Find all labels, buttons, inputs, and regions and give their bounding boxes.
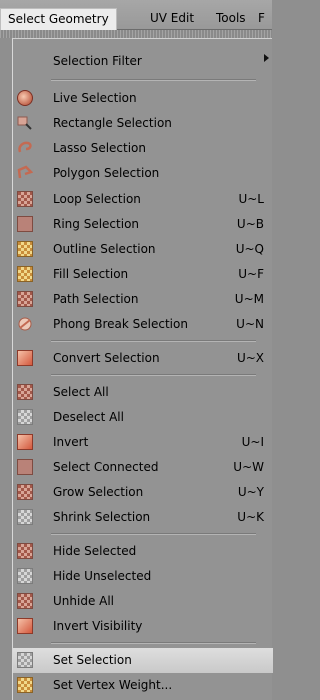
menu-item-ring-selection[interactable]: Ring Selection U~B xyxy=(13,212,273,237)
menu-select-geometry[interactable]: Select Geometry xyxy=(0,8,117,30)
menu-item-label: Select All xyxy=(53,385,109,399)
menu-item-label: Select Connected xyxy=(53,460,159,474)
menu-tools[interactable]: Tools xyxy=(209,8,253,30)
separator xyxy=(51,340,256,342)
menu-item-live-selection[interactable]: Live Selection xyxy=(13,86,273,111)
convert-selection-icon xyxy=(17,350,33,366)
menu-item-invert-visibility[interactable]: Invert Visibility xyxy=(13,614,273,639)
loop-selection-icon xyxy=(17,191,33,207)
invert-icon xyxy=(17,434,33,450)
menu-uv-edit[interactable]: UV Edit xyxy=(143,8,201,30)
menu-item-hide-selected[interactable]: Hide Selected xyxy=(13,539,273,564)
menu-item-label: Shrink Selection xyxy=(53,510,151,524)
menu-item-label: Deselect All xyxy=(53,410,124,424)
menu-item-label: Unhide All xyxy=(53,594,115,608)
menu-item-shortcut: U~M xyxy=(234,292,264,306)
menu-item-label: Fill Selection xyxy=(53,267,129,281)
menu-item-select-all[interactable]: Select All xyxy=(13,380,273,405)
menu-item-label: Set Vertex Weight... xyxy=(53,678,173,692)
menu-item-label: Hide Selected xyxy=(53,544,137,558)
menu-item-hide-unselected[interactable]: Hide Unselected xyxy=(13,564,273,589)
menu-item-label: Outline Selection xyxy=(53,242,156,256)
select-connected-icon xyxy=(17,459,33,475)
menu-item-label: Convert Selection xyxy=(53,351,160,365)
menu-item-label: Polygon Selection xyxy=(53,166,160,180)
menu-item-phong-break-selection[interactable]: Phong Break Selection U~N xyxy=(13,312,273,337)
submenu-arrow-icon xyxy=(264,54,269,62)
menu-item-fill-selection[interactable]: Fill Selection U~F xyxy=(13,262,273,287)
separator xyxy=(51,533,256,535)
select-geometry-dropdown: Selection Filter Live Selection Rectangl… xyxy=(12,38,273,700)
menu-item-shrink-selection[interactable]: Shrink Selection U~K xyxy=(13,505,273,530)
menu-item-shortcut: U~N xyxy=(236,317,264,331)
invert-visibility-icon xyxy=(17,618,33,634)
unhide-all-icon xyxy=(17,593,33,609)
ring-selection-icon xyxy=(17,216,33,232)
menubar: Select Geometry UV Edit Tools F xyxy=(0,0,272,38)
menu-item-label: Path Selection xyxy=(53,292,139,306)
menu-item-grow-selection[interactable]: Grow Selection U~Y xyxy=(13,480,273,505)
menu-item-polygon-selection[interactable]: Polygon Selection xyxy=(13,161,273,186)
menu-item-set-selection[interactable]: Set Selection xyxy=(13,648,273,673)
menu-item-shortcut: U~F xyxy=(238,267,264,281)
menu-item-shortcut: U~X xyxy=(236,351,264,365)
menu-item-label: Invert xyxy=(53,435,89,449)
menu-item-shortcut: U~Y xyxy=(237,485,264,499)
polygon-selection-icon xyxy=(17,165,34,181)
menu-item-unhide-all[interactable]: Unhide All xyxy=(13,589,273,614)
separator xyxy=(51,374,256,376)
menu-item-shortcut: U~W xyxy=(233,460,264,474)
hide-selected-icon xyxy=(17,543,33,559)
deselect-all-icon xyxy=(17,409,33,425)
menu-item-label: Selection Filter xyxy=(53,54,142,68)
path-selection-icon xyxy=(17,291,33,307)
menubar-grip xyxy=(0,30,272,38)
menu-item-shortcut: U~Q xyxy=(235,242,264,256)
menu-item-convert-selection[interactable]: Convert Selection U~X xyxy=(13,346,273,371)
menu-item-shortcut: U~B xyxy=(236,217,264,231)
menu-item-label: Loop Selection xyxy=(53,192,141,206)
select-all-icon xyxy=(17,384,33,400)
menu-item-shortcut: U~I xyxy=(241,435,264,449)
menu-partial-item[interactable]: F xyxy=(258,8,265,30)
separator xyxy=(51,642,256,644)
fill-selection-icon xyxy=(17,266,33,282)
menu-item-deselect-all[interactable]: Deselect All xyxy=(13,405,273,430)
menu-item-set-vertex-weight[interactable]: Set Vertex Weight... xyxy=(13,673,273,698)
menu-item-label: Set Selection xyxy=(53,653,132,667)
menu-item-label: Phong Break Selection xyxy=(53,317,188,331)
menu-item-selection-filter[interactable]: Selection Filter xyxy=(13,49,273,74)
hide-unselected-icon xyxy=(17,568,33,584)
menu-item-label: Ring Selection xyxy=(53,217,140,231)
phong-break-icon xyxy=(17,316,33,332)
menu-item-invert[interactable]: Invert U~I xyxy=(13,430,273,455)
menu-item-label: Live Selection xyxy=(53,91,137,105)
shrink-selection-icon xyxy=(17,509,33,525)
menu-item-lasso-selection[interactable]: Lasso Selection xyxy=(13,136,273,161)
set-vertex-weight-icon xyxy=(17,677,33,693)
menu-item-label: Rectangle Selection xyxy=(53,116,172,130)
separator xyxy=(51,79,256,81)
menu-item-shortcut: U~L xyxy=(238,192,264,206)
grow-selection-icon xyxy=(17,484,33,500)
menu-item-select-connected[interactable]: Select Connected U~W xyxy=(13,455,273,480)
rectangle-selection-icon xyxy=(17,115,33,131)
menu-item-shortcut: U~K xyxy=(237,510,264,524)
menu-item-rectangle-selection[interactable]: Rectangle Selection xyxy=(13,111,273,136)
lasso-selection-icon xyxy=(17,140,33,156)
menu-item-outline-selection[interactable]: Outline Selection U~Q xyxy=(13,237,273,262)
outline-selection-icon xyxy=(17,241,33,257)
menu-item-label: Invert Visibility xyxy=(53,619,143,633)
menu-item-label: Hide Unselected xyxy=(53,569,152,583)
live-selection-icon xyxy=(17,90,33,106)
menu-item-label: Lasso Selection xyxy=(53,141,146,155)
menu-item-path-selection[interactable]: Path Selection U~M xyxy=(13,287,273,312)
menu-item-loop-selection[interactable]: Loop Selection U~L xyxy=(13,187,273,212)
set-selection-icon xyxy=(17,652,33,668)
menu-item-label: Grow Selection xyxy=(53,485,144,499)
